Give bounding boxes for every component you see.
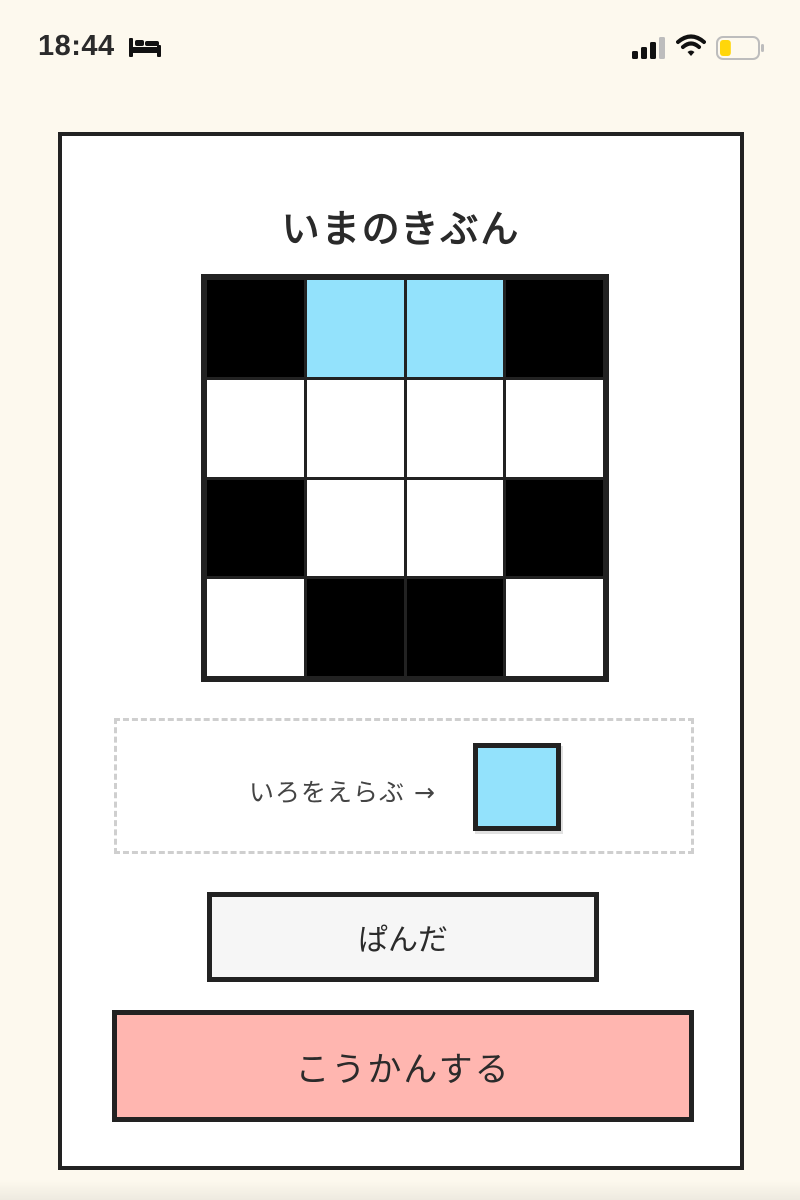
grid-cell-r4-c2[interactable] — [306, 579, 404, 676]
exchange-button[interactable]: こうかんする — [112, 1010, 694, 1122]
grid-cell-r2-c1[interactable] — [207, 379, 304, 477]
bed-icon — [129, 38, 161, 57]
grid-cell-r1-c4[interactable] — [506, 280, 603, 377]
grid-cell-r2-c4[interactable] — [506, 379, 603, 477]
grid-cell-r3-c4[interactable] — [506, 479, 603, 577]
grid-cell-r3-c3[interactable] — [406, 479, 504, 577]
grid-cell-r2-c3[interactable] — [406, 379, 504, 477]
mood-card: いまのきぶん いろをえらぶ → こうかんする — [58, 132, 744, 1170]
grid-cell-r4-c3[interactable] — [406, 579, 504, 676]
grid-cell-r2-c2[interactable] — [306, 379, 404, 477]
status-time: 18:44 — [38, 30, 115, 62]
grid-cell-r4-c1[interactable] — [207, 579, 304, 676]
grid-cell-r1-c1[interactable] — [207, 280, 304, 377]
grid-cell-r1-c3[interactable] — [406, 280, 504, 377]
bottom-edge — [0, 1180, 800, 1200]
grid-cell-r4-c4[interactable] — [506, 579, 603, 676]
page-title: いまのきぶん — [281, 207, 521, 251]
grid-cell-r1-c2[interactable] — [306, 280, 404, 377]
pixel-grid — [201, 274, 609, 682]
signal-icon — [632, 37, 665, 59]
name-input[interactable] — [207, 892, 599, 982]
status-bar: 18:44 — [0, 0, 800, 96]
grid-cell-r3-c1[interactable] — [207, 479, 304, 577]
grid-cell-r3-c2[interactable] — [306, 479, 404, 577]
wifi-icon — [676, 34, 706, 56]
color-picker-label: いろをえらぶ → — [249, 778, 436, 807]
color-picker-area: いろをえらぶ → — [114, 718, 694, 854]
battery-icon — [716, 36, 764, 60]
color-swatch-button[interactable] — [473, 743, 561, 831]
